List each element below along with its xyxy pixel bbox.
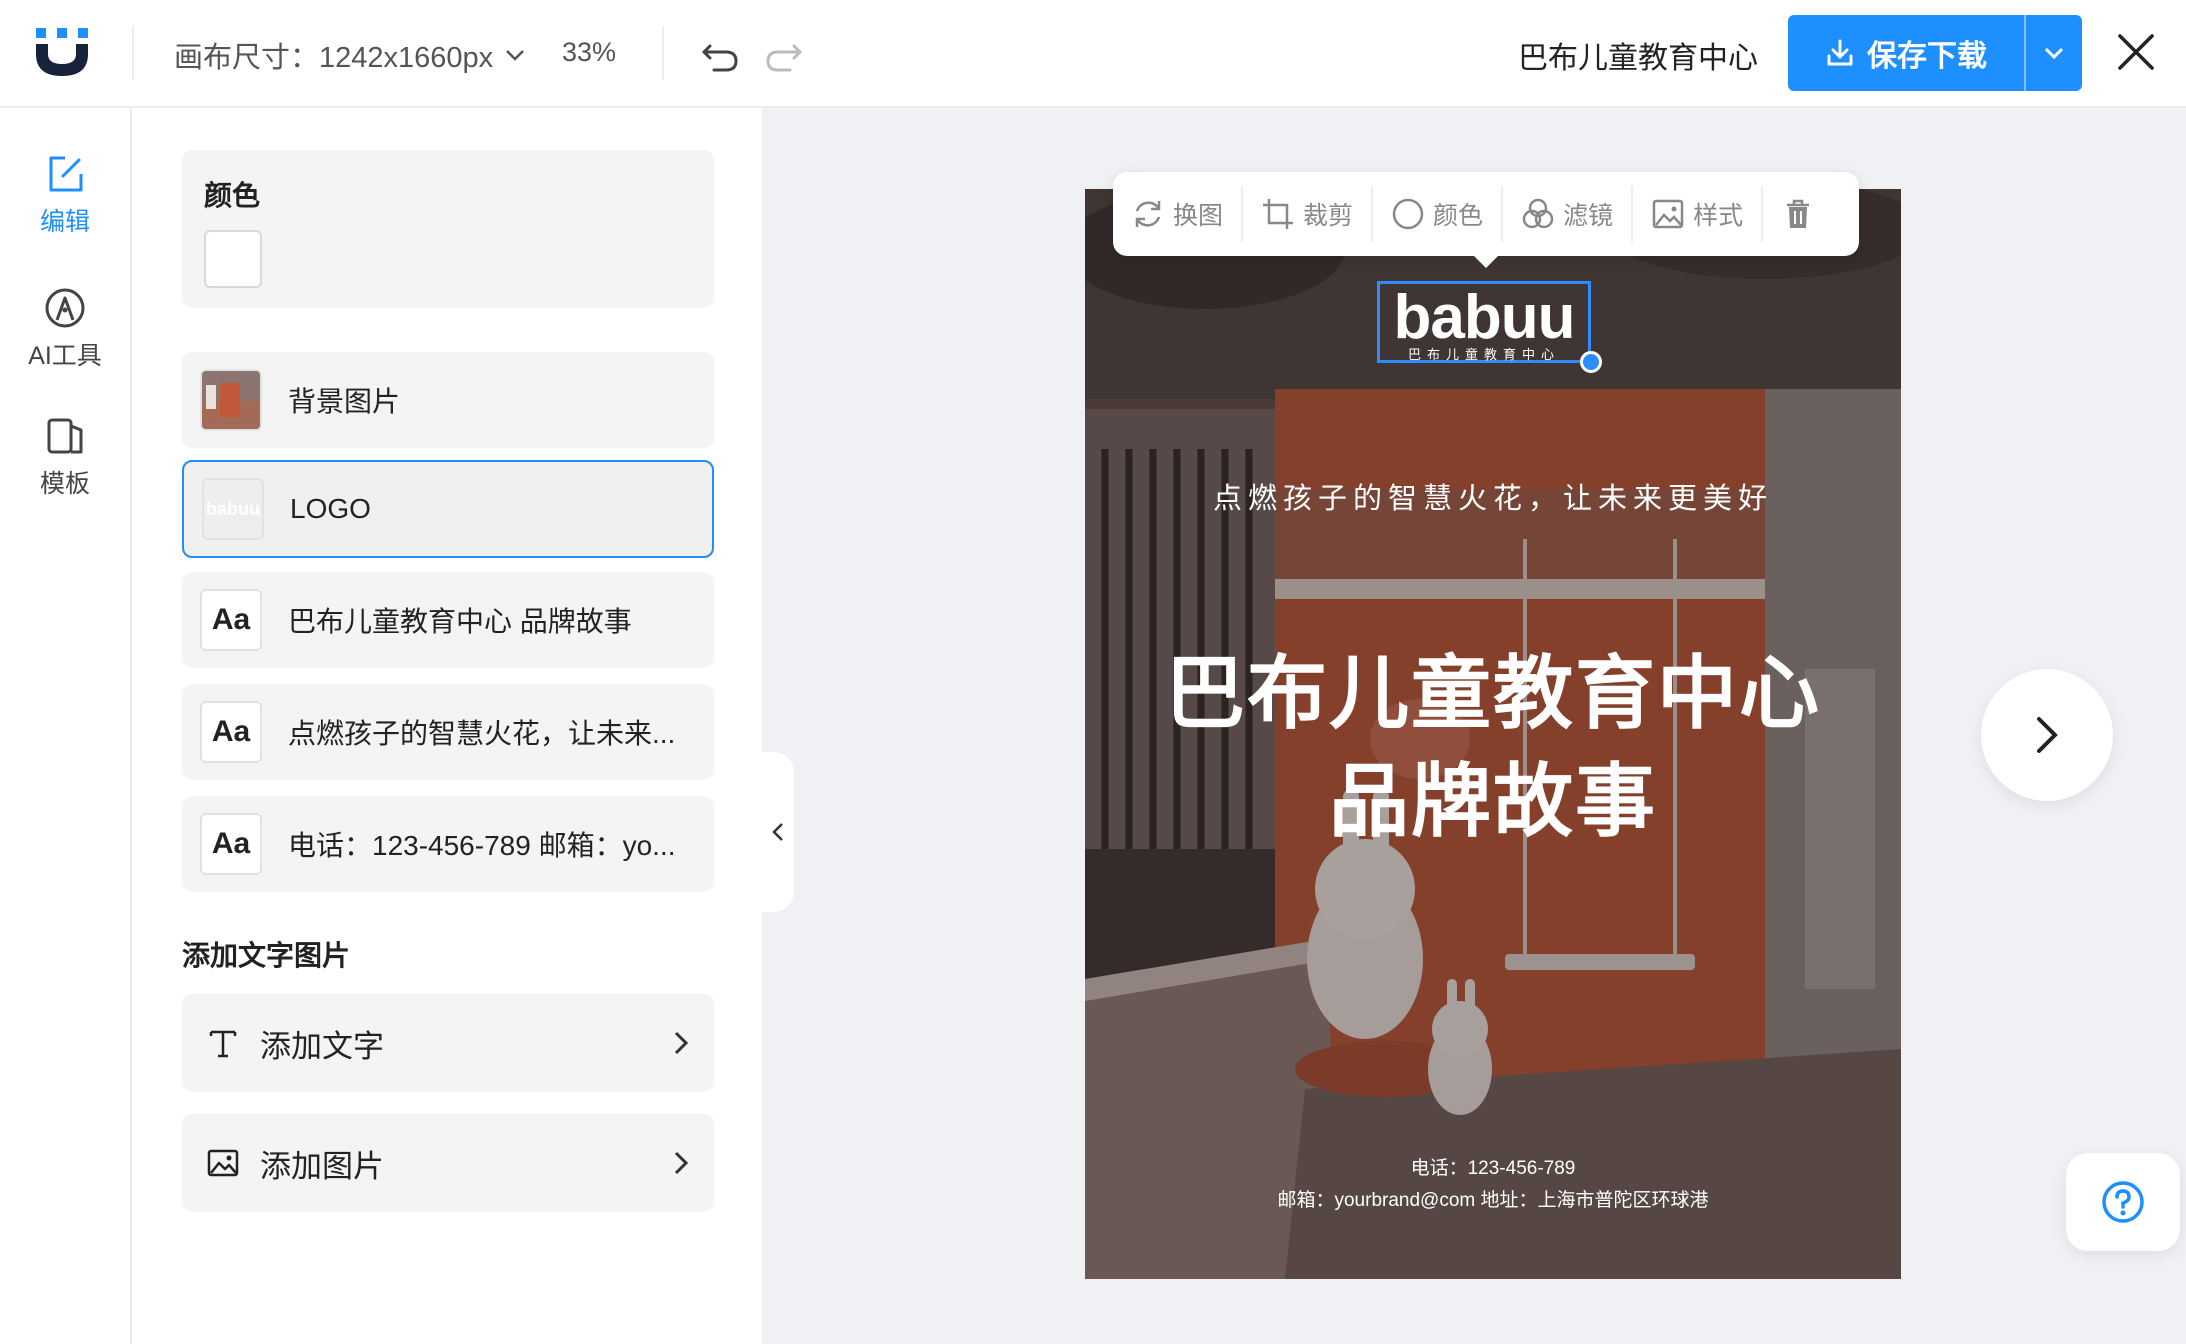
layer-label: 电话：123-456-789 邮箱：yo... [288,830,676,861]
divider [662,26,664,80]
tool-label: 换图 [1173,202,1224,230]
canvas-size-label: 画布尺寸：1242x1660px [174,42,494,74]
undo-icon[interactable] [700,34,740,74]
toolbar-pointer [1472,254,1500,268]
save-download-label: 保存下载 [1867,40,1987,73]
layer-item-background[interactable]: 背景图片 [182,352,714,448]
template-icon [47,418,83,454]
poster-title-line2[interactable]: 品牌故事 [1085,737,1901,853]
layer-item-title-text[interactable]: Aa 巴布儿童教育中心 品牌故事 [182,572,714,668]
trash-icon [1787,199,1810,228]
tool-style[interactable]: 样式 [1633,184,1761,244]
chevron-right-icon [2037,717,2058,753]
help-button[interactable] [2066,1153,2180,1251]
divider [132,26,134,80]
collapse-panel-toggle[interactable] [762,752,794,912]
add-section-title: 添加文字图片 [182,940,351,971]
tool-replace-image[interactable]: 换图 [1113,184,1241,244]
pen-nib-icon [45,288,85,328]
edit-icon [49,156,83,192]
tool-delete[interactable] [1763,184,1833,244]
color-title: 颜色 [204,180,261,211]
add-image-label: 添加图片 [260,1148,384,1184]
zoom-level[interactable]: 33% [562,37,616,68]
add-text-label: 添加文字 [260,1028,384,1064]
image-icon [207,1149,239,1177]
layer-item-logo[interactable]: babuu LOGO [182,460,714,558]
chevron-left-icon [772,823,783,841]
app-logo-icon[interactable] [30,24,94,80]
tool-label: 裁剪 [1303,202,1354,230]
logo-thumbnail: babuu [202,478,264,540]
layer-label: 巴布儿童教育中心 品牌故事 [288,606,632,637]
tool-label: 滤镜 [1563,202,1614,230]
layer-label: 点燃孩子的智慧火花，让未来... [288,718,676,749]
tool-filter[interactable]: 滤镜 [1503,184,1631,244]
close-icon[interactable] [2114,30,2158,74]
text-thumbnail: Aa [200,701,262,763]
layer-item-contact-text[interactable]: Aa 电话：123-456-789 邮箱：yo... [182,796,714,892]
logo-thumb-text: babuu [206,498,260,519]
text-layer-icon: Aa [211,715,251,748]
layer-label: 背景图片 [288,386,401,417]
logo-wordmark: babuu [1393,283,1576,352]
left-nav: 编辑 AI工具 模板 [0,108,132,1344]
text-layer-icon: Aa [211,827,251,860]
tool-crop[interactable]: 裁剪 [1243,184,1371,244]
chevron-right-icon [674,1151,689,1175]
color-swatch[interactable] [204,230,262,288]
nav-label: 编辑 [39,208,90,236]
add-image-button[interactable]: 添加图片 [182,1114,714,1212]
text-icon [209,1030,237,1058]
element-toolbar: 换图 裁剪 颜色 滤镜 样式 [1113,172,1859,256]
poster-title-line1[interactable]: 巴布儿童教育中心 [1085,629,1901,745]
refresh-icon [1135,201,1161,227]
text-layer-icon: Aa [211,603,251,636]
resize-handle[interactable] [1580,351,1602,373]
image-style-icon [1652,199,1684,229]
color-card: 颜色 [182,150,714,308]
chevron-down-icon [2044,47,2064,60]
chevron-down-icon [506,50,525,61]
poster-canvas[interactable]: babuu 巴布儿童教育中心 点燃孩子的智慧火花，让未来更美好 巴布儿童教育中心… [1085,189,1901,1279]
filter-icon [1522,198,1554,229]
tool-color[interactable]: 颜色 [1373,184,1501,244]
save-options-dropdown[interactable] [2026,15,2082,91]
tool-label: 样式 [1693,202,1744,230]
nav-label: AI工具 [28,342,102,370]
logo-element-selected[interactable]: babuu 巴布儿童教育中心 [1377,281,1591,363]
help-icon [2102,1181,2144,1223]
nav-item-templates[interactable]: 模板 [0,414,130,500]
nav-label: 模板 [39,470,90,498]
chevron-right-icon [674,1031,689,1055]
save-download-button[interactable]: 保存下载 [1788,15,2082,91]
properties-panel: 颜色 背景图片 babuu LOGO Aa 巴布儿童教育中心 品牌故事 Aa 点… [132,108,762,1344]
canvas-size-dropdown[interactable]: 画布尺寸：1242x1660px [174,34,527,76]
crop-icon [1263,199,1294,229]
top-bar: 画布尺寸：1242x1660px 33% 巴布儿童教育中心 保存下载 [0,0,2186,108]
save-download-main[interactable]: 保存下载 [1788,15,2024,91]
text-thumbnail: Aa [200,813,262,875]
logo-subtitle: 巴布儿童教育中心 [1407,347,1560,362]
text-thumbnail: Aa [200,589,262,651]
add-text-button[interactable]: 添加文字 [182,994,714,1092]
layer-label: LOGO [290,493,371,524]
tool-label: 颜色 [1433,202,1484,230]
nav-item-edit[interactable]: 编辑 [0,152,130,238]
next-page-button[interactable] [1981,669,2113,801]
poster-contact-email[interactable]: 邮箱：yourbrand@com 地址：上海市普陀区环球港 [1085,1185,1901,1212]
background-thumbnail [200,369,262,431]
layer-item-tagline-text[interactable]: Aa 点燃孩子的智慧火花，让未来... [182,684,714,780]
download-icon [1827,39,1853,66]
nav-item-ai-tools[interactable]: AI工具 [0,286,130,372]
document-title[interactable]: 巴布儿童教育中心 [1518,33,1758,77]
poster-tagline[interactable]: 点燃孩子的智慧火花，让未来更美好 [1085,475,1901,517]
circle-icon [1392,198,1424,230]
redo-icon[interactable] [764,34,804,74]
poster-contact-phone[interactable]: 电话：123-456-789 [1085,1153,1901,1180]
